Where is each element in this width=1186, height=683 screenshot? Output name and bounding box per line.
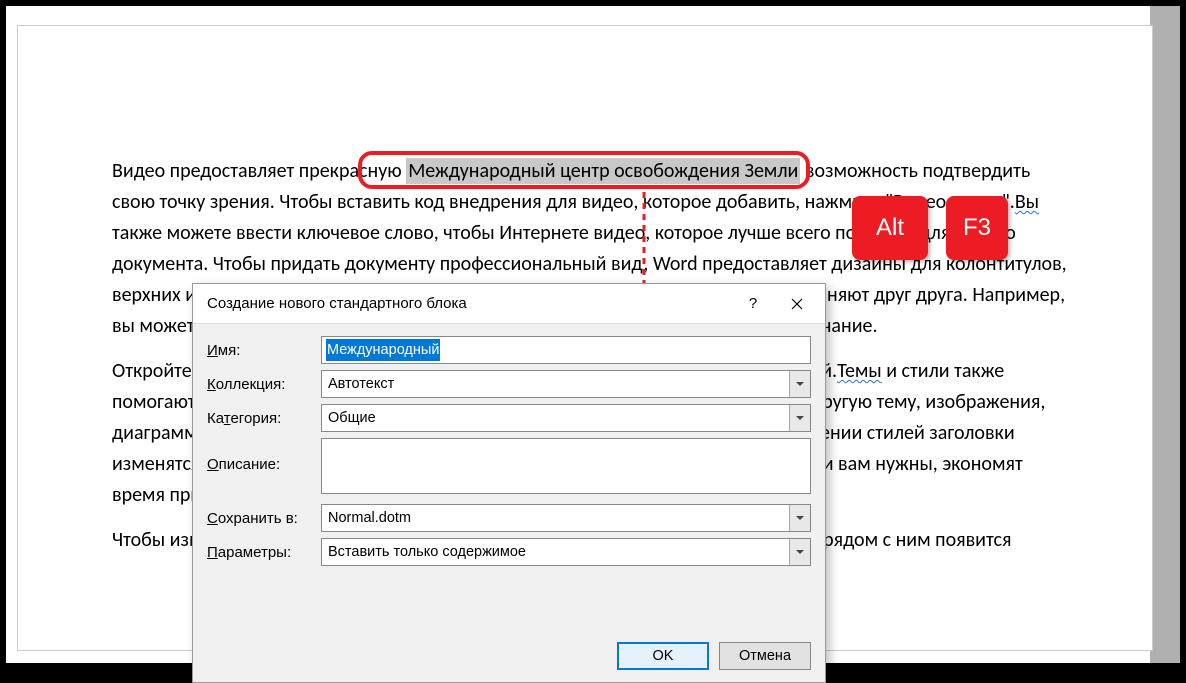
close-button[interactable] [775, 289, 819, 319]
save-in-select[interactable] [321, 504, 811, 532]
label-gallery: Коллекция: [207, 376, 321, 393]
category-select[interactable] [321, 404, 811, 432]
document-page: Видео предоставляет прекрасную Междунаро… [18, 26, 1152, 650]
dialog-titlebar[interactable]: Создание нового стандартного блока ? [193, 284, 825, 324]
name-input[interactable]: Международный [321, 336, 811, 364]
key-label: F3 [963, 214, 991, 242]
key-f3: F3 [946, 196, 1008, 260]
label-save-in: Сохранить в: [207, 510, 321, 527]
label-description: Описание: [207, 438, 321, 473]
label-options: Параметры: [207, 544, 321, 561]
gallery-select[interactable] [321, 370, 811, 398]
dialog-title: Создание нового стандартного блока [207, 295, 731, 312]
ok-button[interactable]: OK [617, 642, 709, 670]
background-gray-bar [1150, 6, 1180, 663]
label-category: Категория: [207, 410, 321, 427]
selected-phrase[interactable]: Международный центр освобождения Земли [406, 158, 800, 184]
label-name: Имя: [207, 342, 321, 359]
create-building-block-dialog: Создание нового стандартного блока ? Имя… [192, 283, 826, 683]
grammar-word: Вы [1015, 190, 1039, 214]
close-icon [791, 298, 803, 310]
options-select[interactable] [321, 538, 811, 566]
description-textarea[interactable] [321, 438, 811, 494]
text: Видео предоставляет прекрасную [112, 159, 406, 183]
cancel-button[interactable]: Отмена [719, 642, 811, 670]
grammar-word: Темы [837, 359, 882, 383]
key-label: Alt [876, 214, 904, 242]
help-button[interactable]: ? [731, 289, 775, 319]
key-alt: Alt [852, 196, 928, 260]
name-input-value: Международный [326, 339, 440, 361]
